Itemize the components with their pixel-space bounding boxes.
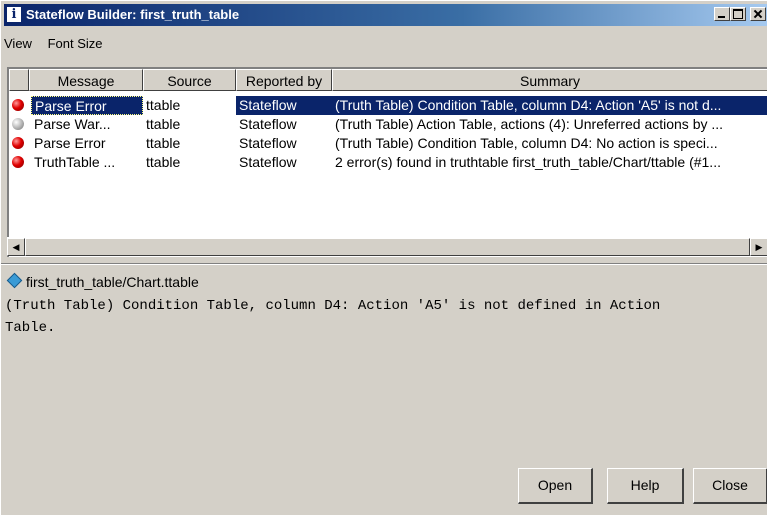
column-header-icon[interactable] (9, 69, 29, 91)
row-message: Parse Error (34, 135, 106, 151)
window-title: Stateflow Builder: first_truth_table (26, 7, 240, 22)
row-message: TruthTable ... (34, 154, 116, 170)
message-table: Message Source Reported by Summary Parse… (7, 67, 767, 257)
menu-view[interactable]: View (4, 36, 32, 51)
row-source: ttable (146, 97, 181, 113)
row-source: ttable (146, 116, 181, 132)
title-bar[interactable]: i Stateflow Builder: first_truth_table (4, 4, 767, 26)
row-summary: (Truth Table) Condition Table, column D4… (332, 96, 767, 115)
row-reported-by: Stateflow (236, 96, 332, 115)
row-reported-by: Stateflow (239, 135, 297, 151)
row-summary: (Truth Table) Action Table, actions (4):… (335, 116, 724, 132)
minimize-button[interactable] (714, 7, 730, 21)
open-button[interactable]: Open (518, 468, 593, 504)
table-row[interactable]: TruthTable ... ttable Stateflow 2 error(… (9, 153, 767, 172)
menu-bar: View Font Size (4, 36, 115, 56)
row-message: Parse Error (31, 96, 143, 115)
row-reported-by: Stateflow (239, 154, 297, 170)
stateflow-builder-window: i Stateflow Builder: first_truth_table V… (0, 0, 767, 515)
warning-icon (12, 118, 24, 130)
error-icon (12, 137, 24, 149)
info-icon: i (7, 7, 21, 22)
menu-font-size[interactable]: Font Size (48, 36, 103, 51)
row-summary: (Truth Table) Condition Table, column D4… (335, 135, 718, 151)
row-summary: 2 error(s) found in truthtable first_tru… (335, 154, 721, 170)
row-reported-by: Stateflow (239, 116, 297, 132)
column-header-summary[interactable]: Summary (332, 69, 767, 91)
error-icon (12, 99, 24, 111)
close-window-button[interactable] (750, 7, 766, 21)
scroll-left-icon[interactable]: ◀ (7, 238, 25, 256)
error-icon (12, 156, 24, 168)
row-message: Parse War... (34, 116, 111, 132)
help-button[interactable]: Help (607, 468, 684, 504)
table-row[interactable]: Parse Error ttable Stateflow (Truth Tabl… (9, 96, 767, 115)
detail-path-bar: first_truth_table/Chart.ttable (5, 272, 199, 292)
chart-object-icon (6, 272, 23, 289)
scroll-thumb[interactable] (25, 238, 750, 256)
table-row[interactable]: Parse War... ttable Stateflow (Truth Tab… (9, 115, 767, 134)
detail-path-link[interactable]: first_truth_table/Chart.ttable (26, 274, 199, 290)
row-source: ttable (146, 135, 181, 151)
scroll-right-icon[interactable]: ▶ (750, 238, 767, 256)
column-header-source[interactable]: Source (143, 69, 236, 91)
close-button[interactable]: Close (693, 468, 767, 504)
detail-text: (Truth Table) Condition Table, column D4… (5, 298, 661, 336)
panel-divider[interactable] (1, 263, 767, 265)
horizontal-scrollbar[interactable]: ◀ ▶ (7, 237, 767, 256)
maximize-button[interactable] (730, 7, 746, 21)
column-header-message[interactable]: Message (29, 69, 143, 91)
column-header-reported-by[interactable]: Reported by (236, 69, 332, 91)
row-source: ttable (146, 154, 181, 170)
table-row[interactable]: Parse Error ttable Stateflow (Truth Tabl… (9, 134, 767, 153)
table-header: Message Source Reported by Summary (9, 69, 767, 91)
